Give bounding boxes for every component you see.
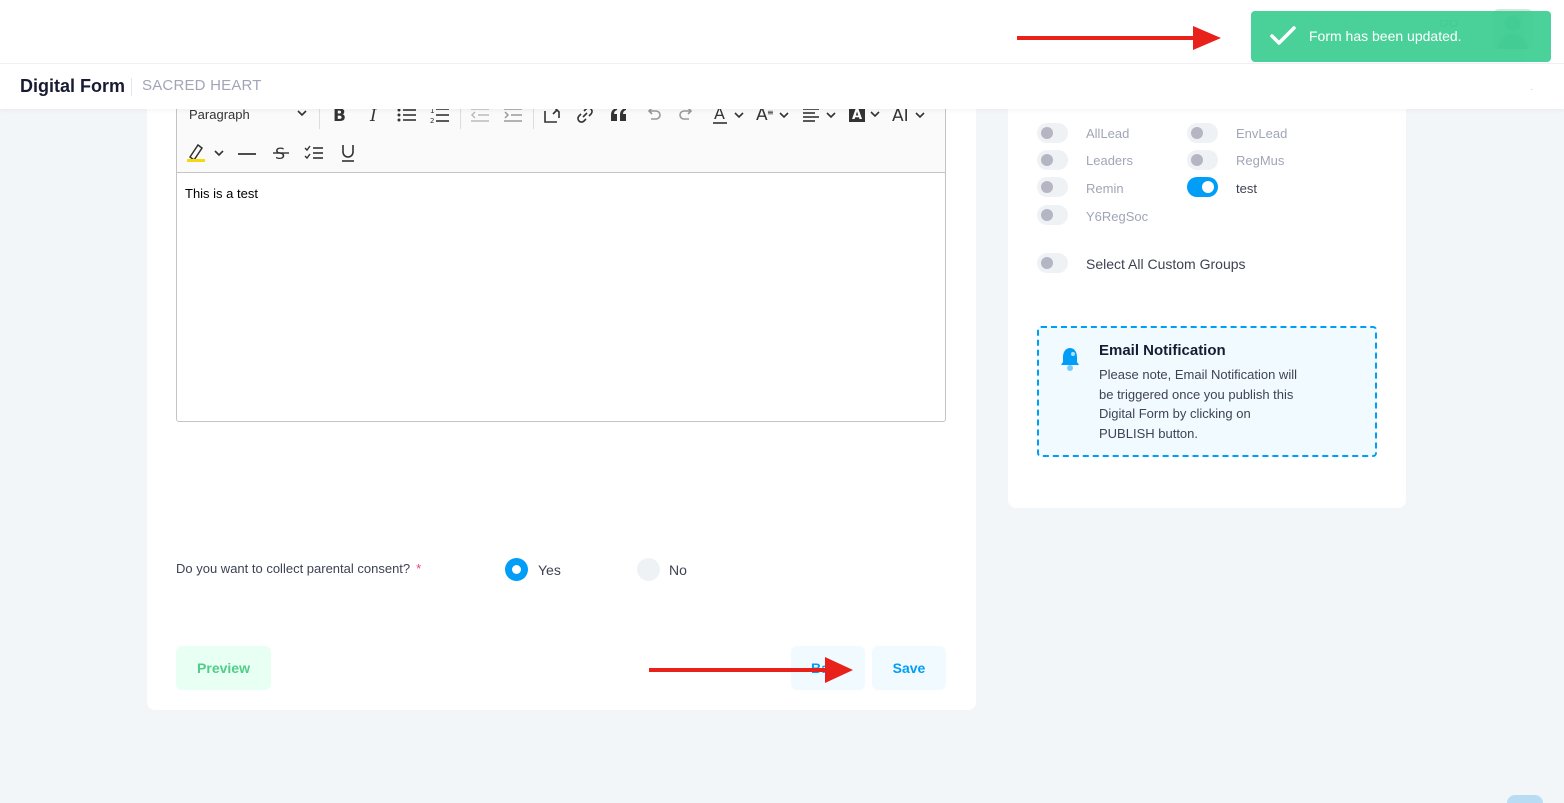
group-label: EnvLead [1236,126,1288,141]
undo-icon[interactable] [644,107,662,123]
underline-icon[interactable] [340,143,356,163]
school-name: SACRED HEART [142,77,262,94]
group-toggle-test[interactable] [1187,177,1218,197]
group-label: Remin [1086,181,1124,196]
group-toggle-envlead[interactable] [1187,123,1218,143]
select-all-custom-groups-toggle[interactable] [1037,253,1068,273]
group-toggle-allead[interactable] [1037,123,1068,143]
required-asterisk: * [416,561,422,576]
horizontal-line-icon[interactable] [238,152,256,156]
outdent-icon[interactable] [470,107,490,123]
consent-no-radio[interactable] [637,558,660,581]
success-toast[interactable]: Form has been updated. [1251,11,1551,62]
title-separator [131,78,132,96]
select-all-custom-groups-label: Select All Custom Groups [1086,256,1246,272]
todo-list-icon[interactable] [304,145,324,161]
svg-text:≡: ≡ [767,108,774,117]
svg-text:A: A [852,108,862,123]
bell-icon [1061,348,1079,371]
consent-question: Do you want to collect parental consent?… [176,561,421,576]
annotation-arrow-save [649,657,853,683]
page-title: Digital Form [20,76,126,96]
consent-yes-radio[interactable] [505,558,528,581]
svg-text:2: 2 [430,117,434,124]
indent-icon[interactable] [503,107,523,123]
block-quote-icon[interactable] [610,107,628,123]
consent-no-label[interactable]: No [669,562,687,578]
annotation-arrow-toast [1017,26,1221,50]
block-format-label: Paragraph [189,107,250,122]
consent-yes-label[interactable]: Yes [538,562,561,578]
notice-title: Email Notification [1099,342,1226,359]
bulleted-list-icon[interactable] [397,107,417,123]
group-toggle-y6regsoc[interactable] [1037,205,1068,225]
chevron-down-icon [297,110,307,117]
toast-message: Form has been updated. [1309,28,1462,44]
align-icon[interactable] [803,107,839,123]
preview-button[interactable]: Preview [176,646,271,690]
group-toggle-remin[interactable] [1037,177,1068,197]
group-label: Leaders [1086,153,1133,168]
group-label: RegMus [1236,153,1285,168]
group-label: AllLead [1086,126,1130,141]
rich-text-editor[interactable]: Paragraph B I 12 A A ≡ A AI S This is a t… [176,96,946,422]
block-format-dropdown[interactable]: Paragraph [189,107,307,122]
redo-icon[interactable] [678,107,696,123]
group-label: Y6RegSoc [1086,209,1149,224]
group-toggle-regmus[interactable] [1187,150,1218,170]
save-button[interactable]: Save [872,646,946,690]
header-dot: · [1530,84,1534,95]
strikethrough-icon[interactable]: S [273,144,289,162]
checkmark-icon [1270,26,1296,45]
group-toggle-leaders[interactable] [1037,150,1068,170]
notice-body: Please note, Email Notification will be … [1099,367,1297,441]
email-notification-notice: Email Notification Please note, Email No… [1037,326,1377,457]
consent-question-text: Do you want to collect parental consent? [176,561,411,576]
group-label: test [1236,181,1257,196]
page-header: Digital Form SACRED HEART · [0,64,1564,109]
help-widget[interactable] [1507,795,1543,803]
highlight-icon[interactable] [187,143,227,163]
editor-content[interactable]: This is a test [185,186,258,201]
